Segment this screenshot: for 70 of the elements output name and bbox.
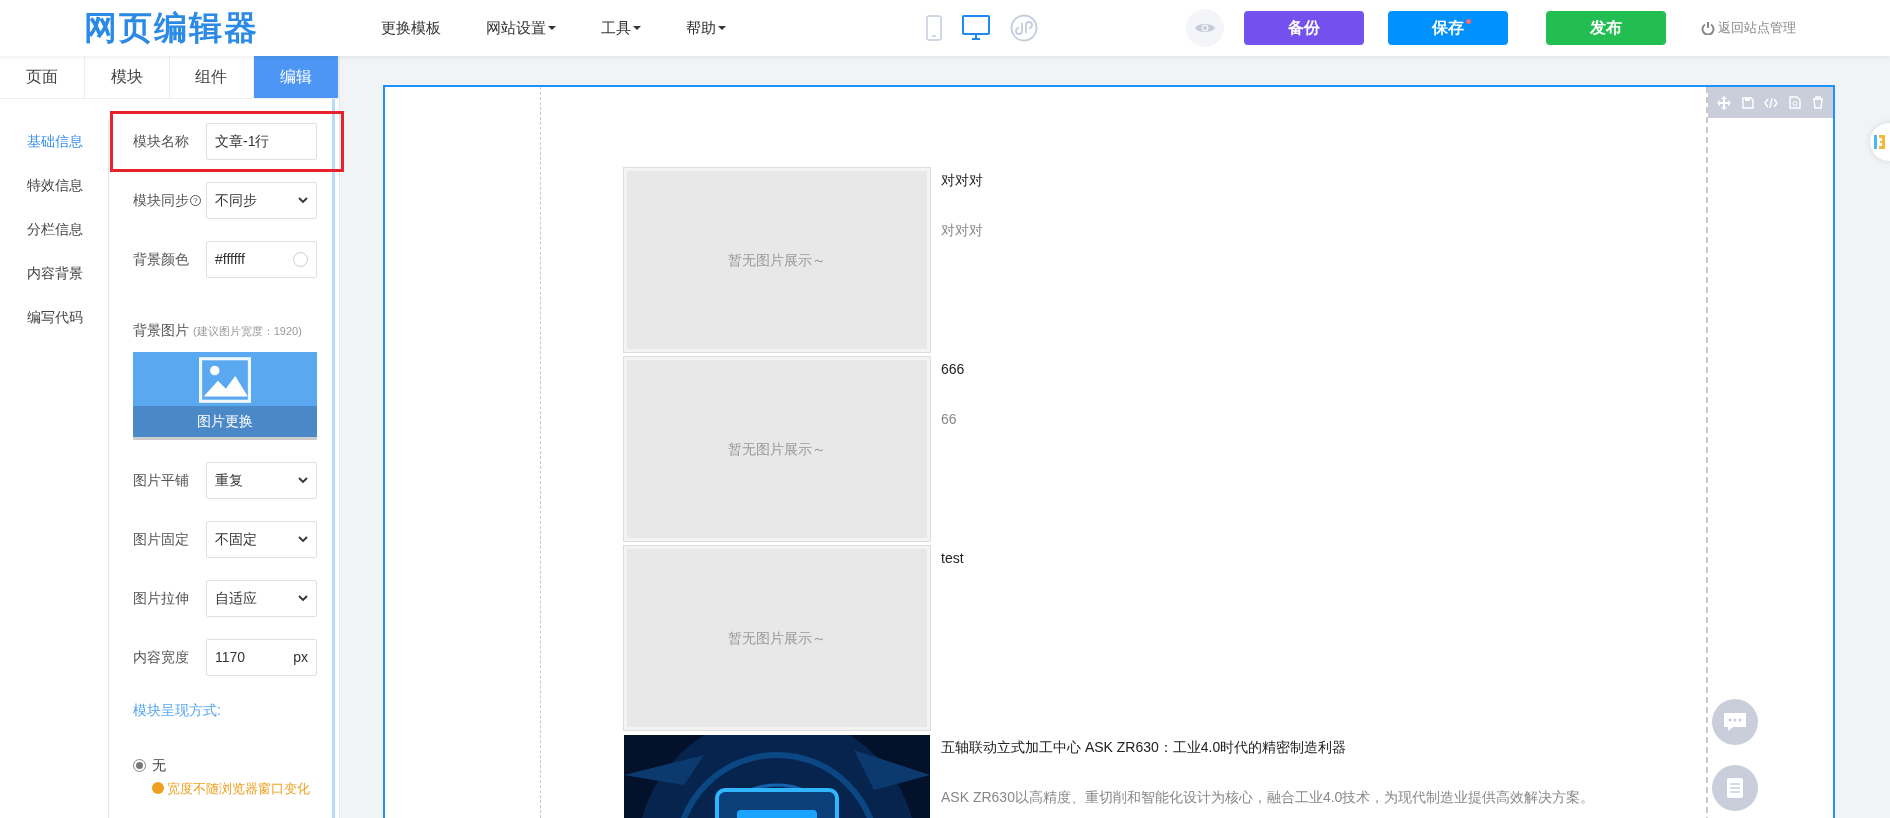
save-icon[interactable] [1741,96,1754,109]
menu-item[interactable]: 帮助 [686,16,726,40]
move-icon[interactable] [1717,95,1732,110]
article-title[interactable]: 对对对 [941,170,983,191]
chevron-icon [298,197,308,204]
field-label: 内容宽度 [133,648,190,667]
colorful-logo-icon [1874,133,1886,151]
background-image-uploader[interactable]: 图片更换 [133,352,317,440]
code-icon[interactable] [1764,97,1779,108]
color-swatch[interactable] [293,252,308,267]
select-field[interactable]: 自适应 [206,580,317,617]
article-title[interactable]: 五轴联动立式加工中心 ASK ZR630：工业4.0时代的精密制造利器 [941,737,1595,758]
chat-icon [1723,712,1747,732]
radio-label: 无 [152,756,166,775]
hint-text: (建议图片宽度：1920) [193,324,302,339]
width-field[interactable]: 1170 px [206,639,317,676]
article-summary: 对对对 [941,221,983,240]
field-label: 图片固定 [133,530,190,549]
select-field[interactable]: 重复 [206,462,317,499]
select-field[interactable]: 不固定 [206,521,317,558]
phone-icon[interactable] [926,15,942,41]
section-nav-item[interactable]: 特效信息 [27,163,108,207]
article-summary: 66 [941,410,958,429]
select-field[interactable]: 不同步 [206,182,317,219]
section-title: 模块呈现方式: [133,701,222,720]
image-icon [199,357,251,403]
field-label: 背景颜色 [133,250,190,269]
menu-item[interactable]: 网站设置 [486,16,556,40]
name-field[interactable]: 文章-1行 [206,123,317,160]
panel-tab[interactable]: 页面 [0,56,85,98]
menu-item[interactable]: 更换模板 [381,16,441,40]
placeholder-text: 暂无图片展示～ [728,439,826,459]
section-nav-item[interactable]: 内容背景 [27,251,108,295]
preview-button[interactable] [1186,9,1224,47]
desktop-icon[interactable] [962,15,990,41]
document-icon [1726,777,1744,799]
logo: 网页编辑器 [84,7,260,50]
field-label: 模块名称 [133,132,190,151]
chevron-icon [298,595,308,602]
exit-link[interactable]: 返回站点管理 [1701,18,1796,38]
placeholder-text: 暂无图片展示～ [728,250,826,270]
eye-icon [1194,21,1216,35]
panel-tab[interactable]: 模块 [84,56,170,98]
field-label: 模块同步 ? [133,190,206,211]
caret-icon [718,26,726,30]
caret-icon [548,26,556,30]
power-icon [1701,21,1715,35]
menu-item[interactable]: 工具 [601,16,641,40]
color-field[interactable]: #ffffff [206,241,317,278]
section-nav-item[interactable]: 编写代码 [27,295,108,339]
warning-icon [152,782,164,794]
article-title[interactable]: 666 [941,359,965,380]
link-circle-icon[interactable] [1010,14,1038,42]
trash-icon[interactable] [1811,96,1824,109]
placeholder-text: 暂无图片展示～ [728,628,826,648]
file-icon[interactable] [1789,96,1802,109]
field-label: 图片拉伸 [133,589,190,608]
article-summary: ASK ZR630以高精度、重切削和智能化设计为核心，融合工业4.0技术，为现代制造业提供高效解决方案。 [941,788,1595,807]
action-button[interactable]: 备份 [1244,11,1364,45]
warning-text: 宽度不随浏览器窗口变化 [167,780,311,798]
field-label: 图片平铺 [133,471,190,490]
document-button[interactable] [1712,765,1758,811]
chat-button[interactable] [1712,699,1758,745]
field-label: 背景图片 [133,321,189,340]
caret-icon [633,26,641,30]
chevron-icon [298,477,308,484]
replace-image-button[interactable]: 图片更换 [133,406,317,437]
article-title[interactable]: test [941,548,964,569]
chevron-icon [298,536,308,543]
section-nav-item[interactable]: 分栏信息 [27,207,108,251]
